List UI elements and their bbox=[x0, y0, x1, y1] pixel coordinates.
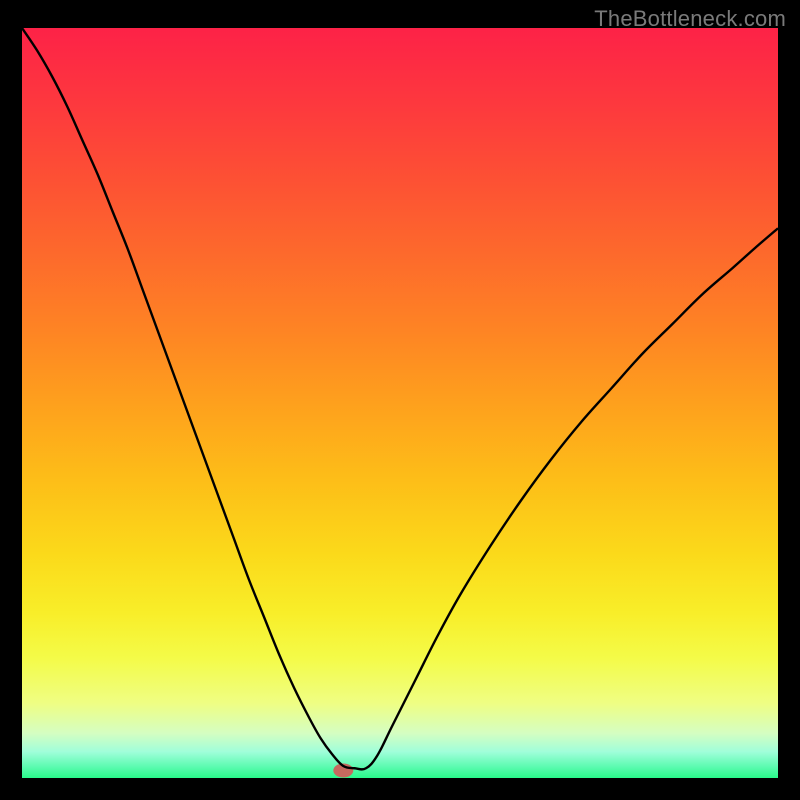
chart-background bbox=[22, 28, 778, 778]
watermark-label: TheBottleneck.com bbox=[594, 6, 786, 32]
chart-container: TheBottleneck.com bbox=[0, 0, 800, 800]
chart-svg bbox=[22, 28, 778, 778]
bottleneck-curve-chart bbox=[22, 28, 778, 778]
